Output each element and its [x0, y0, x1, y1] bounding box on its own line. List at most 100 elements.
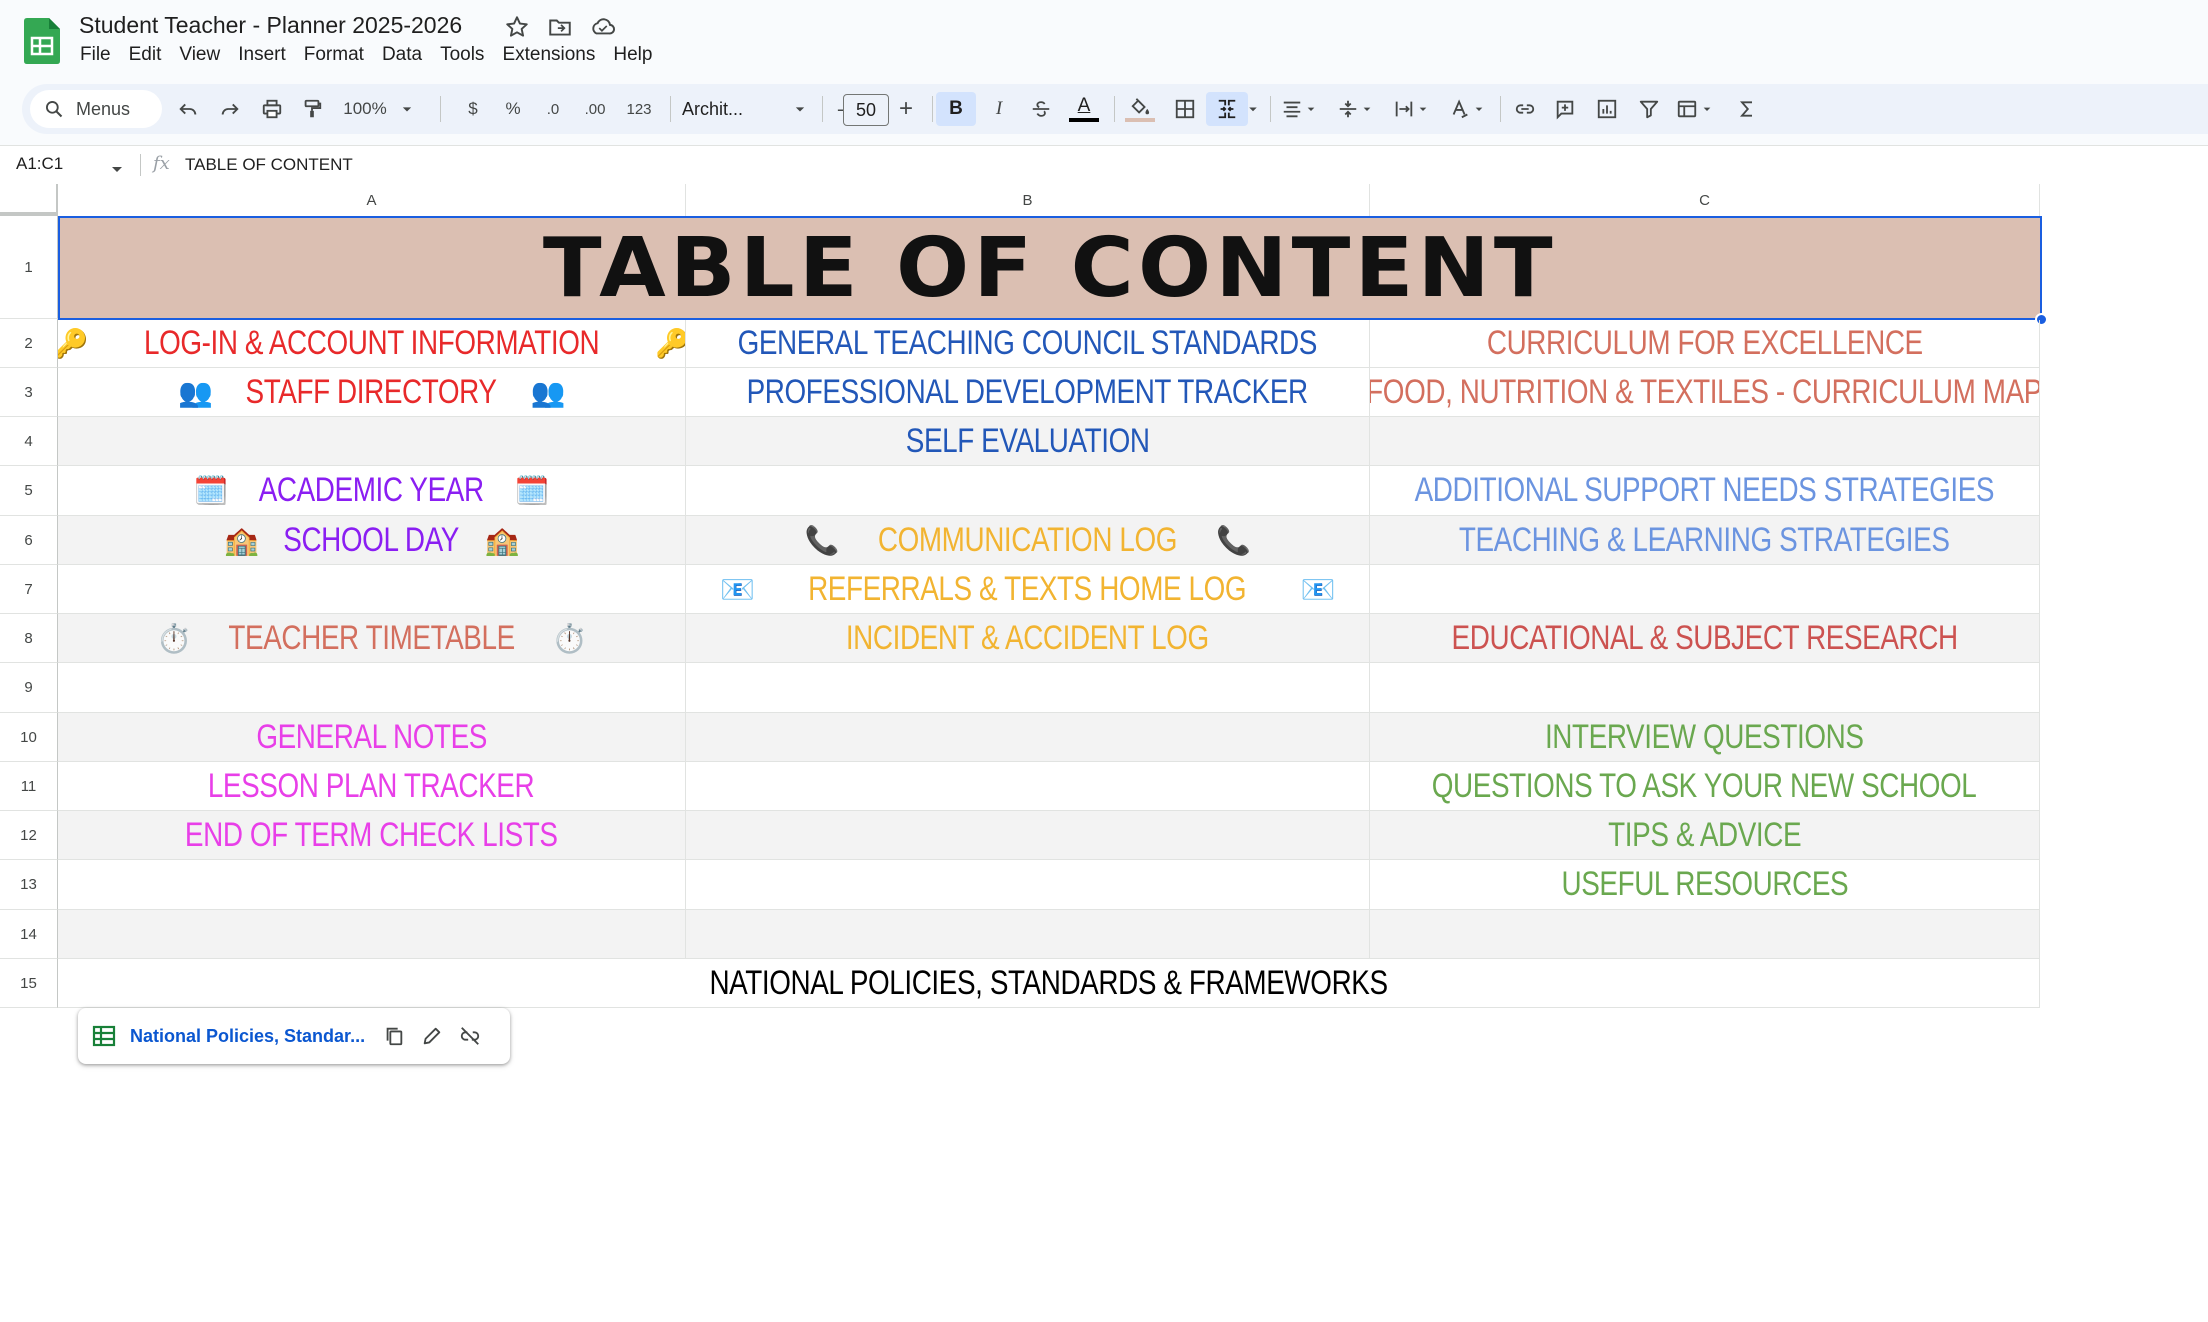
insert-link-icon[interactable]: [1508, 92, 1542, 126]
row-header-7[interactable]: 7: [0, 565, 58, 614]
format-currency-button[interactable]: $: [458, 92, 488, 126]
text-wrapping-icon[interactable]: [1388, 92, 1436, 126]
table-views-icon[interactable]: [1670, 92, 1720, 126]
cell-c13[interactable]: USEFUL RESOURCES: [1370, 860, 2040, 910]
link-preview-text[interactable]: National Policies, Standar...: [130, 1026, 365, 1047]
increase-decimal-button[interactable]: .00: [578, 92, 612, 126]
document-title[interactable]: Student Teacher - Planner 2025-2026: [79, 12, 462, 39]
select-all-corner[interactable]: [0, 184, 58, 216]
cell-a8[interactable]: ⏱️ TEACHER TIMETABLE ⏱️: [58, 614, 686, 663]
strikethrough-icon[interactable]: [1024, 92, 1058, 126]
horizontal-align-icon[interactable]: [1276, 92, 1324, 126]
cell-a6[interactable]: 🏫 SCHOOL DAY 🏫: [58, 516, 686, 565]
cell-b9[interactable]: [686, 663, 1370, 713]
menu-data[interactable]: Data: [373, 44, 431, 66]
font-select[interactable]: Archit...: [682, 92, 810, 126]
increase-font-size-button[interactable]: +: [892, 92, 920, 126]
edit-link-icon[interactable]: [421, 1025, 443, 1047]
row-header-11[interactable]: 11: [0, 762, 58, 811]
cell-b6[interactable]: 📞 COMMUNICATION LOG 📞: [686, 516, 1370, 565]
cell-a14[interactable]: [58, 910, 686, 959]
number-format-button[interactable]: 123: [620, 92, 658, 126]
cell-b2[interactable]: GENERAL TEACHING COUNCIL STANDARDS: [686, 320, 1370, 368]
cell-b3[interactable]: PROFESSIONAL DEVELOPMENT TRACKER: [686, 368, 1370, 417]
column-header-a[interactable]: A: [58, 184, 686, 216]
cell-c4[interactable]: [1370, 417, 2040, 466]
borders-icon[interactable]: [1168, 92, 1202, 126]
format-percent-button[interactable]: %: [498, 92, 528, 126]
row-header-4[interactable]: 4: [0, 417, 58, 466]
sheets-logo[interactable]: [24, 18, 60, 64]
cell-a12[interactable]: END OF TERM CHECK LISTS: [58, 811, 686, 860]
row-header-12[interactable]: 12: [0, 811, 58, 860]
cell-c10[interactable]: INTERVIEW QUESTIONS: [1370, 713, 2040, 762]
menu-view[interactable]: View: [170, 44, 229, 66]
decrease-decimal-button[interactable]: .0: [536, 92, 570, 126]
menu-file[interactable]: File: [80, 44, 120, 66]
cell-c5[interactable]: ADDITIONAL SUPPORT NEEDS STRATEGIES: [1370, 466, 2040, 516]
filter-icon[interactable]: [1632, 92, 1666, 126]
vertical-align-icon[interactable]: [1332, 92, 1380, 126]
copy-link-icon[interactable]: [383, 1025, 405, 1047]
redo-icon[interactable]: [214, 92, 246, 126]
column-header-c[interactable]: C: [1370, 184, 2040, 216]
cell-b11[interactable]: [686, 762, 1370, 811]
cell-b8[interactable]: INCIDENT & ACCIDENT LOG: [686, 614, 1370, 663]
cell-b13[interactable]: [686, 860, 1370, 910]
undo-icon[interactable]: [172, 92, 204, 126]
font-size-input[interactable]: 50: [843, 94, 889, 126]
insert-comment-icon[interactable]: [1548, 92, 1582, 126]
cell-c7[interactable]: [1370, 565, 2040, 614]
search-menus[interactable]: Menus: [30, 90, 162, 128]
row-header-5[interactable]: 5: [0, 466, 58, 516]
row-header-6[interactable]: 6: [0, 516, 58, 565]
menu-format[interactable]: Format: [295, 44, 373, 66]
merge-options-chevron-icon[interactable]: [1244, 92, 1262, 126]
cell-a9[interactable]: [58, 663, 686, 713]
row-header-13[interactable]: 13: [0, 860, 58, 910]
menu-insert[interactable]: Insert: [229, 44, 295, 66]
menu-help[interactable]: Help: [604, 44, 661, 66]
column-header-b[interactable]: B: [686, 184, 1370, 216]
cell-c9[interactable]: [1370, 663, 2040, 713]
cell-a2[interactable]: 🔑 LOG-IN & ACCOUNT INFORMATION 🔑: [58, 320, 686, 368]
cell-a7[interactable]: [58, 565, 686, 614]
cell-c11[interactable]: QUESTIONS TO ASK YOUR NEW SCHOOL: [1370, 762, 2040, 811]
title-cell[interactable]: TABLE OF CONTENT: [58, 216, 2042, 320]
cell-c8[interactable]: EDUCATIONAL & SUBJECT RESEARCH: [1370, 614, 2040, 663]
cell-a4[interactable]: [58, 417, 686, 466]
functions-icon[interactable]: [1730, 92, 1764, 126]
cell-a11[interactable]: LESSON PLAN TRACKER: [58, 762, 686, 811]
remove-link-icon[interactable]: [459, 1025, 481, 1047]
cell-b4[interactable]: SELF EVALUATION: [686, 417, 1370, 466]
row-header-15[interactable]: 15: [0, 959, 58, 1008]
merge-cells-icon[interactable]: [1206, 92, 1248, 126]
row-header-8[interactable]: 8: [0, 614, 58, 663]
print-icon[interactable]: [256, 92, 288, 126]
cell-a10[interactable]: GENERAL NOTES: [58, 713, 686, 762]
move-folder-icon[interactable]: [547, 14, 573, 40]
cell-b5[interactable]: [686, 466, 1370, 516]
star-icon[interactable]: [504, 14, 530, 40]
row-header-3[interactable]: 3: [0, 368, 58, 417]
zoom-select[interactable]: 100%: [340, 92, 420, 126]
cell-c3[interactable]: FOOD, NUTRITION & TEXTILES - CURRICULUM …: [1370, 368, 2040, 417]
row-header-9[interactable]: 9: [0, 663, 58, 713]
cell-a3[interactable]: 👥 STAFF DIRECTORY 👥: [58, 368, 686, 417]
cell-a13[interactable]: [58, 860, 686, 910]
cell-b10[interactable]: [686, 713, 1370, 762]
text-rotation-icon[interactable]: [1444, 92, 1492, 126]
cell-b12[interactable]: [686, 811, 1370, 860]
cell-c2[interactable]: CURRICULUM FOR EXCELLENCE: [1370, 320, 2040, 368]
menu-tools[interactable]: Tools: [431, 44, 493, 66]
menu-extensions[interactable]: Extensions: [493, 44, 604, 66]
paint-format-icon[interactable]: [296, 92, 328, 126]
cell-a5[interactable]: 🗓️ ACADEMIC YEAR 🗓️: [58, 466, 686, 516]
menu-edit[interactable]: Edit: [120, 44, 171, 66]
italic-button[interactable]: I: [982, 92, 1016, 126]
row-header-2[interactable]: 2: [0, 319, 58, 368]
chevron-down-icon[interactable]: [110, 162, 124, 180]
fill-color-button[interactable]: [1122, 92, 1158, 126]
row-header-10[interactable]: 10: [0, 713, 58, 762]
formula-input[interactable]: TABLE OF CONTENT: [185, 155, 353, 175]
